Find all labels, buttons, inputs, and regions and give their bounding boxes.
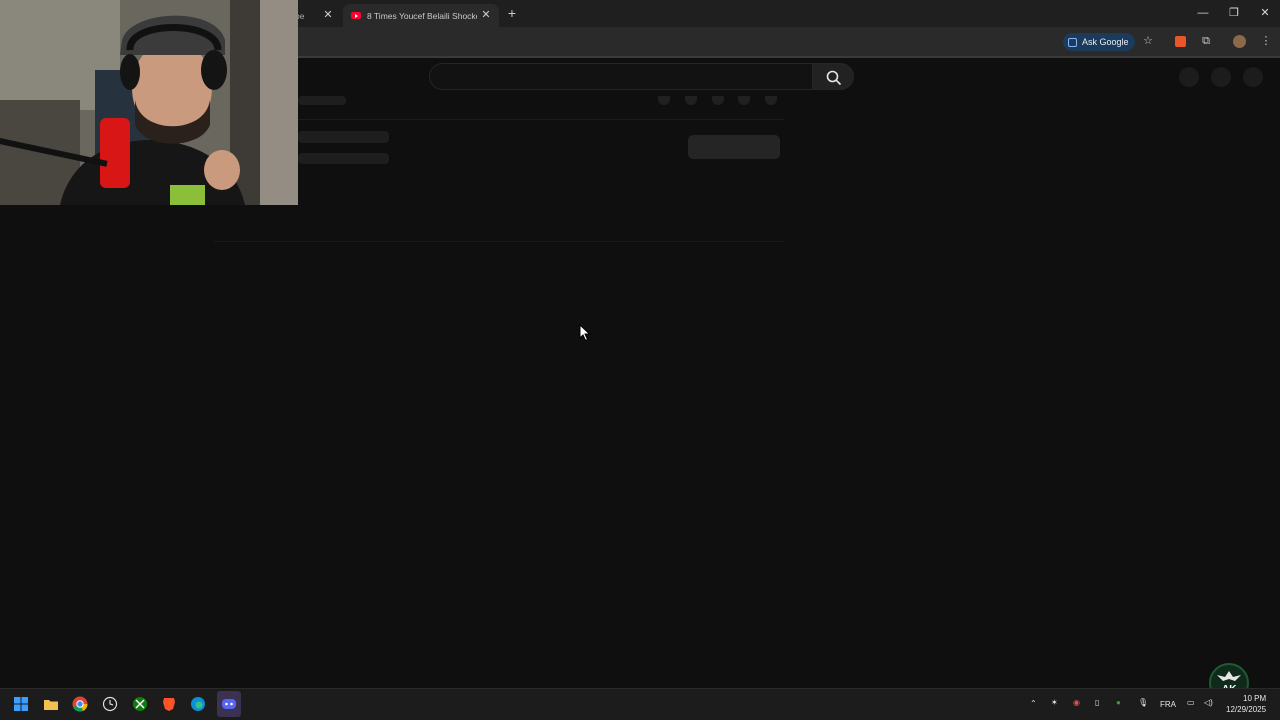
tray-status-icon[interactable]: ● bbox=[1116, 698, 1121, 707]
discord-icon[interactable] bbox=[221, 696, 237, 712]
search-button[interactable] bbox=[812, 63, 854, 90]
new-tab-button[interactable]: + bbox=[504, 5, 520, 21]
minimize-button[interactable]: — bbox=[1195, 5, 1211, 21]
chrome-menu-icon[interactable]: ⋮ bbox=[1259, 34, 1273, 48]
restore-button[interactable]: ❐ bbox=[1226, 5, 1242, 21]
tray-app-icon[interactable]: ✶ bbox=[1051, 698, 1058, 707]
google-lens-icon bbox=[1068, 37, 1077, 47]
divider bbox=[214, 241, 784, 242]
extension-icon[interactable] bbox=[1175, 36, 1186, 47]
file-explorer-icon[interactable] bbox=[43, 696, 59, 712]
language-indicator[interactable]: FRA bbox=[1160, 700, 1176, 709]
ask-google-label: Ask Google bbox=[1082, 37, 1129, 47]
windows-start-icon[interactable] bbox=[13, 696, 29, 712]
tab-close-icon[interactable]: ✕ bbox=[480, 8, 492, 22]
notifications-placeholder bbox=[1211, 67, 1231, 87]
skeleton-action bbox=[712, 96, 724, 105]
tray-microphone-icon[interactable]: 🎙 bbox=[1138, 698, 1148, 707]
skeleton-channel-name bbox=[298, 131, 389, 143]
skeleton-subscribe-button bbox=[688, 135, 780, 159]
tab-title: 8 Times Youcef Belaili Shocked bbox=[367, 10, 477, 21]
xbox-icon[interactable] bbox=[132, 696, 148, 712]
taskbar-time[interactable]: 10 PM bbox=[1243, 694, 1266, 703]
taskbar-date[interactable]: 12/29/2025 bbox=[1226, 705, 1266, 714]
mouse-cursor-icon bbox=[579, 324, 591, 342]
skeleton-action bbox=[658, 96, 670, 105]
ask-google-button[interactable]: Ask Google bbox=[1063, 33, 1135, 51]
tray-volume-icon[interactable]: ◁) bbox=[1204, 698, 1213, 707]
bookmark-star-icon[interactable]: ☆ bbox=[1141, 34, 1155, 48]
divider bbox=[298, 119, 784, 120]
skeleton-action bbox=[738, 96, 750, 105]
tray-network-icon[interactable]: ▭ bbox=[1187, 698, 1195, 707]
close-window-button[interactable]: ✕ bbox=[1257, 5, 1273, 21]
edge-icon[interactable] bbox=[190, 696, 206, 712]
webcam-overlay bbox=[0, 0, 298, 205]
tray-usb-icon[interactable]: ▯ bbox=[1095, 698, 1099, 707]
account-placeholder bbox=[1243, 67, 1263, 87]
brave-icon[interactable] bbox=[161, 696, 177, 712]
streamer-video-frame bbox=[0, 0, 298, 205]
skeleton-action bbox=[685, 96, 697, 105]
chrome-icon[interactable] bbox=[72, 696, 88, 712]
tab-close-icon[interactable]: ✕ bbox=[322, 8, 334, 22]
profile-avatar[interactable] bbox=[1233, 35, 1246, 48]
browser-tab-active[interactable]: 8 Times Youcef Belaili Shocked ✕ bbox=[343, 4, 499, 27]
search-input[interactable] bbox=[429, 63, 813, 90]
skeleton-title bbox=[298, 96, 346, 105]
youtube-favicon-icon bbox=[351, 12, 361, 19]
tray-overflow-chevron-icon[interactable]: ⌃ bbox=[1030, 699, 1037, 708]
skeleton-action bbox=[765, 96, 777, 105]
tray-security-icon[interactable]: ◉ bbox=[1073, 698, 1080, 707]
extensions-puzzle-icon[interactable]: ⧉ bbox=[1199, 34, 1213, 48]
search-icon bbox=[826, 70, 842, 86]
clock-app-icon[interactable] bbox=[102, 696, 118, 712]
skeleton-subscribers bbox=[298, 153, 389, 164]
create-placeholder bbox=[1179, 67, 1199, 87]
